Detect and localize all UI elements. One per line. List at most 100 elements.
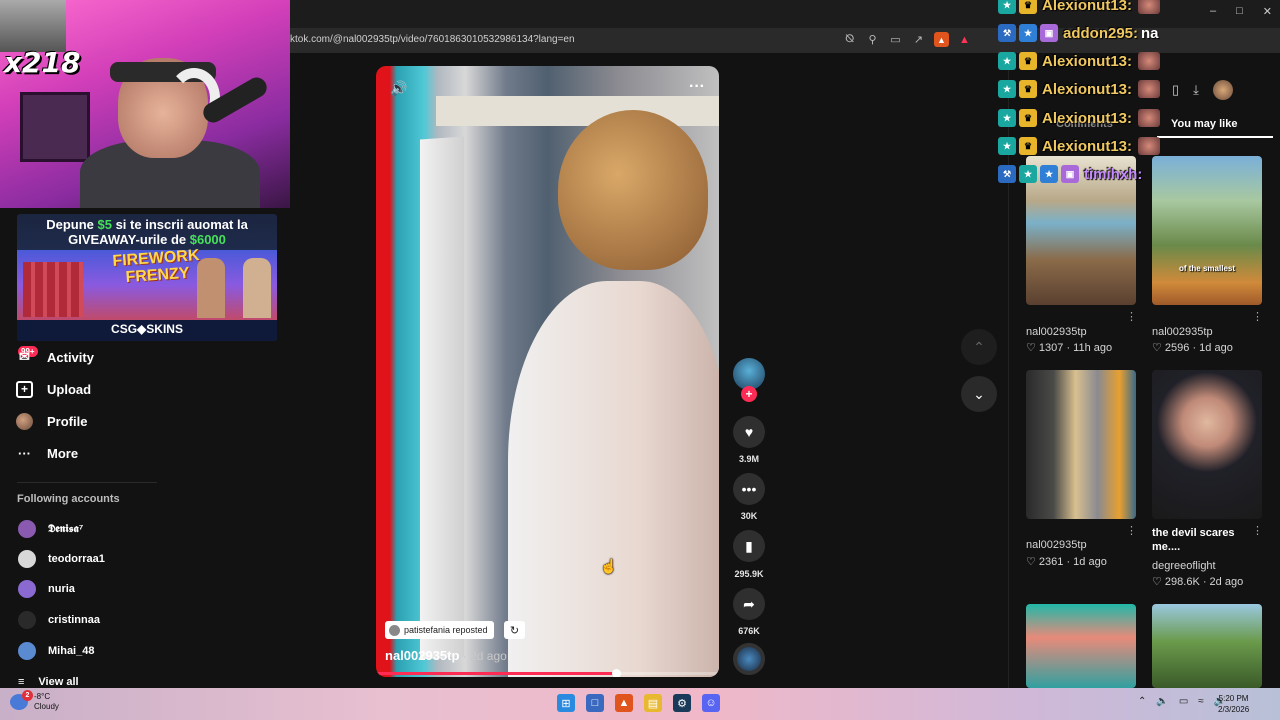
sidebar-item-more[interactable]: ··· More [16,440,78,466]
monitor-icon[interactable]: ▭ [1179,696,1188,707]
minimize-icon[interactable]: – [1210,5,1216,18]
recommended-video-thumb[interactable] [1152,604,1262,688]
following-account[interactable]: Mihai_48 [18,641,94,661]
thumb-author[interactable]: degreeoflight [1152,560,1216,572]
reposted-by-chip[interactable]: patistefania reposted [385,621,494,639]
sidebar-item-label: Profile [47,413,88,429]
more-options-icon[interactable]: ⋮ [1252,310,1263,323]
save-count: 295.9K [734,569,764,579]
ad-line-2: GIVEAWAY-urile de $6000 [68,232,226,247]
chat-message: ⚒ ★ ▣ addon295: na [998,22,1159,44]
previous-video-button[interactable]: ⌃ [961,329,997,365]
video-person-hair [558,110,708,270]
list-icon: ≡ [18,676,25,688]
avatar [389,624,400,636]
close-icon[interactable]: ✕ [1263,5,1272,18]
video-player[interactable]: 🔊 ··· patistefania reposted ↻ nal002935t… [376,66,719,677]
video-progress-handle[interactable] [612,669,622,677]
wifi-icon[interactable]: ≈ [1198,696,1204,707]
following-account[interactable]: cristinnaa [18,610,100,630]
sidebar-item-upload[interactable]: + Upload [16,376,91,402]
download-icon[interactable]: ⤓ [1193,82,1199,98]
comment-button[interactable]: ••• [733,473,765,505]
volume-icon[interactable]: 🔊 [390,80,407,97]
save-button[interactable]: ▮ [733,530,765,562]
system-tray: ⌃ 🔈 ▭ ≈ 🔊 [1138,696,1226,707]
view-all-link[interactable]: ≡ View all [18,676,79,688]
chat-message: ★ ♛ Alexionut13: [998,107,1161,129]
sidebar-item-activity[interactable]: ✉ Activity [16,344,94,370]
user-avatar[interactable] [1212,80,1233,100]
badge-icon: ★ [998,80,1016,98]
more-options-icon[interactable]: ⋮ [1252,524,1263,537]
share-icon[interactable]: ↗ [911,32,926,47]
following-account[interactable]: 𝕯𝖊𝖓𝖎𝖘𝖆⁷ [18,519,83,539]
sidebar-item-label: Upload [47,381,92,397]
weather-icon: 2 [10,690,33,710]
next-video-button[interactable]: ⌄ [961,376,997,412]
window-controls: – □ ✕ [1210,5,1272,18]
more-options-icon[interactable]: ⋮ [1126,310,1137,323]
repost-icon[interactable]: ↻ [504,621,525,639]
cast-icon[interactable]: ▭ [888,32,903,47]
speaker-icon[interactable]: 🔈 [1156,696,1168,707]
comment-icon: ••• [741,481,757,497]
thumb-meta: ♡ 298.6K · 2d ago [1152,576,1244,588]
stream-avatar [0,0,66,52]
zoom-icon[interactable]: ⚲ [865,32,880,47]
bookmark-icon: ▮ [745,537,753,554]
crown-badge-icon: ♛ [1019,0,1037,14]
brave-rewards-icon[interactable]: ▲ [957,32,972,47]
like-button[interactable]: ♥ [733,416,765,448]
heart-outline-icon: ♡ [1026,556,1039,568]
weather-widget[interactable]: 2 -8°C Cloudy [10,690,59,712]
thumb-title[interactable]: the devil scares me.... [1152,526,1252,554]
recommended-video-thumb[interactable] [1152,370,1262,519]
share-button[interactable]: ➦ [733,588,765,620]
following-account[interactable]: nuria [18,579,75,599]
more-options-icon[interactable]: ··· [689,78,705,96]
steam-icon[interactable]: ⚙ [673,694,691,712]
more-icon: ··· [18,445,31,461]
video-person-shirt [508,281,719,677]
panel-toolbar: ▯ ⤓ [1172,80,1233,100]
share-arrow-icon: ➦ [743,595,755,612]
recommended-video-thumb[interactable] [1026,370,1136,519]
address-bar-icons: ⦰ ⚲ ▭ ↗ ▲ ▲ [842,32,972,47]
sidebar-item-profile[interactable]: Profile [16,408,87,434]
thumb-author[interactable]: nal002935tp [1026,326,1087,338]
thumb-author[interactable]: nal002935tp [1152,326,1213,338]
windows-start-icon[interactable]: ⊞ [557,694,575,712]
video-progress-fill [376,672,617,675]
recommended-video-thumb[interactable] [1026,604,1136,688]
system-clock[interactable]: 5:20 PM 2/3/2026 [1218,693,1249,715]
file-explorer-icon[interactable]: ▤ [644,694,662,712]
music-disc-icon[interactable] [733,643,765,675]
more-options-icon[interactable]: ⋮ [1126,524,1137,537]
emote-icon [1138,137,1161,155]
phone-icon[interactable]: ▯ [1172,82,1179,98]
chevron-up-icon[interactable]: ⌃ [1138,696,1146,707]
maximize-icon[interactable]: □ [1236,5,1243,18]
brave-browser-icon[interactable]: ▲ [615,694,633,712]
chat-message: ★ ♛ Alexionut13: [998,0,1161,16]
emote-icon [1138,52,1161,70]
gift-badge-icon: ▣ [1040,24,1058,42]
no-image-icon[interactable]: ⦰ [842,32,857,47]
discord-icon[interactable]: ☺ [702,694,720,712]
tab-you-may-like[interactable]: You may like [1171,118,1237,130]
thumb-meta: ♡ 2361 · 1d ago [1026,556,1107,568]
badge-icon: ★ [998,137,1016,155]
chat-message: ★ ♛ Alexionut13: [998,50,1161,72]
url-text[interactable]: ktok.com/@nal002935tp/video/760186301053… [290,34,575,45]
video-author[interactable]: nal002935tp · 2d ago [385,648,507,663]
thumb-author[interactable]: nal002935tp [1026,539,1087,551]
recommended-video-thumb[interactable]: of the smallest [1152,156,1262,305]
chat-message: ⚒ ★ ★ ▣ timihxh: [998,163,1142,185]
ad-line-1: Depune $5 si te inscrii auomat la [46,217,248,232]
follow-plus-icon[interactable]: + [741,386,757,402]
taskbar-apps: ⊞ □ ▲ ▤ ⚙ ☺ [557,694,720,712]
brave-shield-icon[interactable]: ▲ [934,32,949,47]
task-view-icon[interactable]: □ [586,694,604,712]
following-account[interactable]: teodorraa1 [18,549,105,569]
